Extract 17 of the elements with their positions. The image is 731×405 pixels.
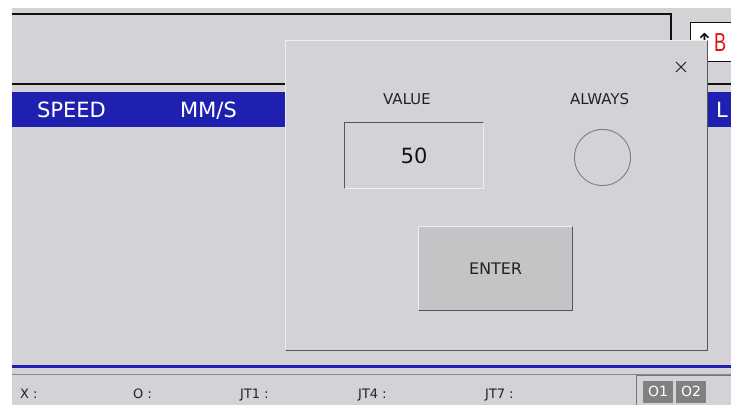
value-label: VALUE: [383, 90, 431, 108]
axis-label: JT4 :: [358, 387, 388, 404]
always-label: ALWAYS: [570, 90, 630, 108]
axis-label: O :: [133, 387, 153, 404]
always-toggle[interactable]: [574, 129, 631, 186]
badge-text: B: [714, 26, 726, 58]
column-header: SPEED: [37, 98, 107, 122]
axis-label: JT7 :: [485, 387, 515, 404]
column-header: MM/S: [180, 98, 238, 122]
output-button[interactable]: O2: [676, 381, 706, 403]
output-button[interactable]: O1: [643, 381, 673, 403]
axis-label: JT1 :: [240, 387, 270, 404]
value-field[interactable]: 50: [344, 122, 484, 189]
close-icon[interactable]: [675, 61, 687, 73]
axis-label: X :: [20, 387, 38, 404]
column-header: L: [716, 98, 729, 122]
enter-button[interactable]: ENTER: [418, 226, 573, 311]
